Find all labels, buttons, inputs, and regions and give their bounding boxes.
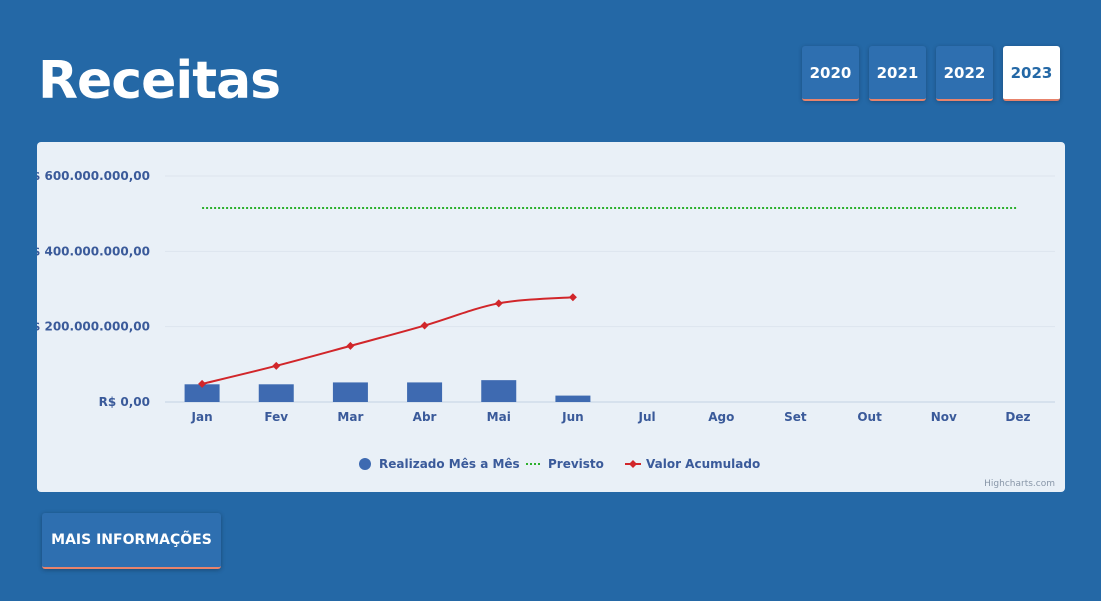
- year-tab-2020[interactable]: 2020: [802, 46, 859, 101]
- x-tick-label: Nov: [931, 410, 957, 424]
- x-tick-label: Ago: [708, 410, 734, 424]
- valor-acumulado-point[interactable]: [346, 341, 355, 350]
- year-tabs: 2020 2021 2022 2023: [802, 46, 1060, 101]
- valor-acumulado-point[interactable]: [420, 321, 429, 330]
- more-info-button[interactable]: MAIS INFORMAÇÕES: [42, 513, 221, 569]
- legend-label-acumulado[interactable]: Valor Acumulado: [646, 457, 760, 471]
- legend-acumulado-marker-icon: [629, 460, 637, 468]
- x-tick-label: Jun: [561, 410, 584, 424]
- chart-card: R$ 0,00 R$ 200.000.000,00 R$ 400.000.000,0…: [37, 142, 1065, 492]
- bar[interactable]: [407, 382, 443, 402]
- year-tab-2021[interactable]: 2021: [869, 46, 926, 101]
- x-tick-label: Fev: [264, 410, 288, 424]
- legend-label-realizado[interactable]: Realizado Mês a Mês: [379, 457, 520, 471]
- valor-acumulado-line: [201, 296, 573, 385]
- revenue-chart: R$ 0,00 R$ 200.000.000,00 R$ 400.000.000,0…: [37, 169, 1055, 489]
- valor-acumulado-point[interactable]: [568, 293, 577, 302]
- x-tick-label: Set: [784, 410, 807, 424]
- page-title: Receitas: [38, 51, 281, 111]
- valor-acumulado-point[interactable]: [272, 361, 281, 370]
- bar[interactable]: [555, 395, 591, 402]
- x-tick-label: Out: [857, 410, 882, 424]
- bar[interactable]: [258, 384, 294, 402]
- year-tab-2022[interactable]: 2022: [936, 46, 993, 101]
- bar[interactable]: [332, 382, 368, 402]
- y-tick-label: R$ 0,00: [99, 395, 150, 409]
- x-tick-label: Mai: [487, 410, 511, 424]
- x-tick-label: Jan: [191, 410, 213, 424]
- x-tick-label: Dez: [1005, 410, 1030, 424]
- highcharts-credits[interactable]: Highcharts.com: [984, 479, 1055, 489]
- y-tick-label: R$ 600.000.000,00: [37, 169, 150, 183]
- x-tick-label: Abr: [413, 410, 437, 424]
- y-tick-label: R$ 400.000.000,00: [37, 244, 150, 258]
- legend-label-previsto[interactable]: Previsto: [548, 457, 604, 471]
- valor-acumulado-point[interactable]: [494, 299, 503, 308]
- y-tick-label: R$ 200.000.000,00: [37, 320, 150, 334]
- x-tick-label: Jul: [638, 410, 656, 424]
- legend-bar-marker-icon: [359, 458, 371, 470]
- bar[interactable]: [481, 380, 517, 402]
- year-tab-2023[interactable]: 2023: [1003, 46, 1060, 101]
- x-tick-label: Mar: [337, 410, 363, 424]
